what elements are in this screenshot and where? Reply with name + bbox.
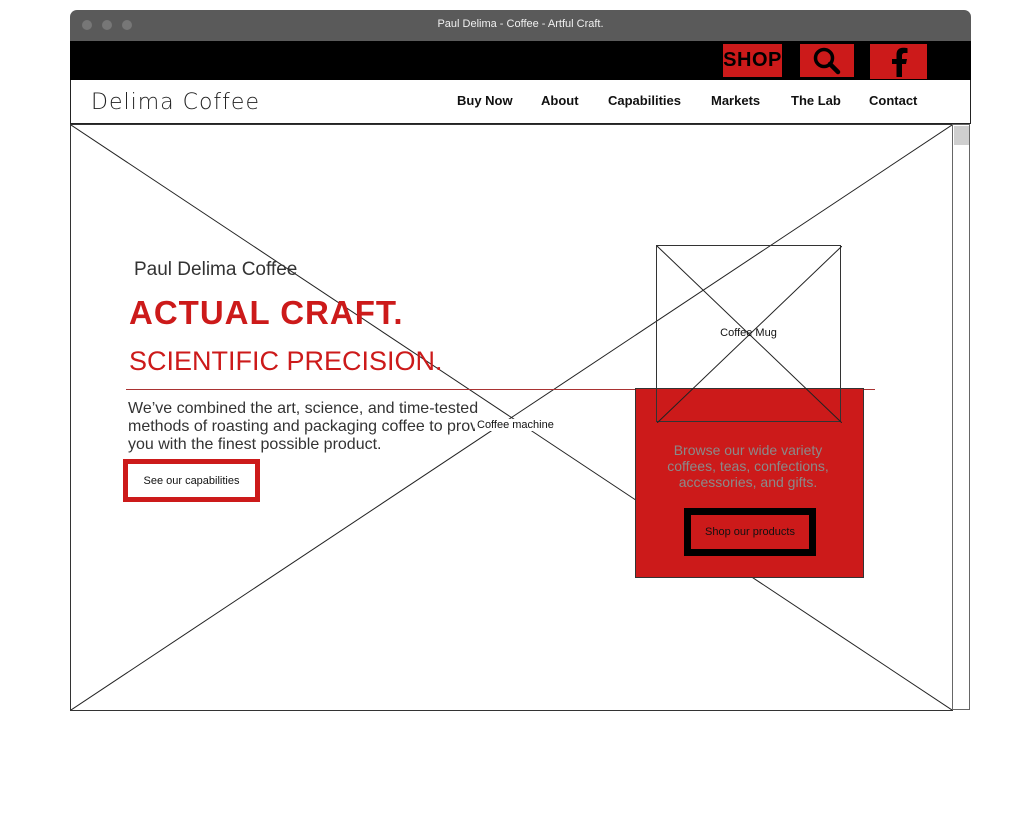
nav-capabilities[interactable]: Capabilities (608, 93, 681, 108)
nav-contact[interactable]: Contact (869, 93, 917, 108)
scrollbar[interactable] (952, 124, 970, 710)
browser-window: Paul Delima - Coffee - Artful Craft. SHO… (70, 10, 971, 711)
facebook-icon (891, 47, 907, 77)
window-title: Paul Delima - Coffee - Artful Craft. (437, 18, 604, 30)
search-icon (813, 47, 841, 74)
hero-subtitle: Paul Delima Coffee (134, 259, 298, 280)
nav-buy-now[interactable]: Buy Now (457, 93, 513, 108)
see-capabilities-button[interactable]: See our capabilities (123, 459, 260, 502)
title-bar: Paul Delima - Coffee - Artful Craft. (70, 10, 971, 41)
hero-headline-secondary: SCIENTIFIC PRECISION. (129, 346, 443, 376)
promo-text: Browse our wide variety coffees, teas, c… (667, 442, 829, 490)
coffee-mug-image-placeholder: Coffee Mug (656, 245, 842, 423)
coffee-mug-label: Coffee Mug (720, 327, 777, 339)
scrollbar-thumb[interactable] (954, 126, 969, 145)
hero-headline: ACTUAL CRAFT. (129, 294, 404, 331)
shop-products-button[interactable]: Shop our products (684, 508, 816, 556)
site-logo[interactable]: Delima Coffee (91, 90, 260, 115)
nav-markets[interactable]: Markets (711, 93, 760, 108)
facebook-button[interactable] (870, 44, 927, 79)
hero-content: Paul Delima Coffee ACTUAL CRAFT. SCIENTI… (70, 124, 951, 709)
nav-bar: Delima Coffee Buy Now About Capabilities… (70, 80, 971, 124)
coffee-machine-image-label: Coffee machine (475, 419, 556, 431)
top-bar: SHOP (70, 41, 971, 80)
hero-body-text: We’ve combined the art, science, and tim… (128, 400, 500, 453)
search-button[interactable] (800, 44, 854, 77)
nav-the-lab[interactable]: The Lab (791, 93, 841, 108)
nav-about[interactable]: About (541, 93, 579, 108)
shop-button[interactable]: SHOP (723, 44, 782, 77)
